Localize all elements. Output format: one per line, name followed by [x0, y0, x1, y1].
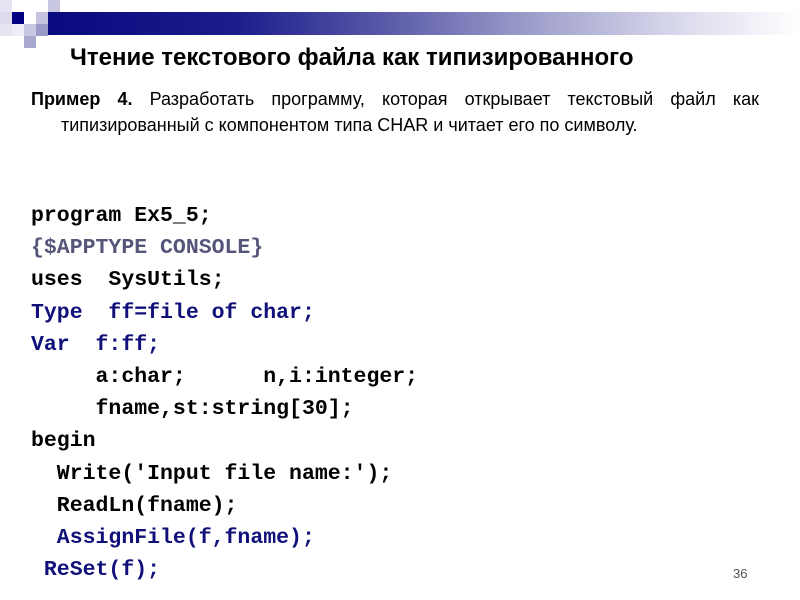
code-listing: program Ex5_5; {$APPTYPE CONSOLE} uses S…: [31, 200, 418, 586]
code-line: ReSet(f);: [31, 558, 161, 583]
code-line: ReadLn(fname);: [31, 493, 238, 518]
code-line: Type ff=file of char;: [31, 300, 315, 325]
task-paragraph: Пример 4. Разработать программу, которая…: [31, 86, 759, 138]
logo-square: [12, 24, 24, 36]
logo-square: [24, 36, 36, 48]
logo-square: [0, 24, 12, 36]
code-line: fname,st:string[30];: [31, 397, 354, 422]
code-line: AssignFile(f,fname);: [31, 525, 315, 550]
task-text: Разработать программу, которая открывает…: [61, 89, 759, 135]
code-line: Write('Input file name:');: [31, 461, 393, 486]
code-line: begin: [31, 429, 96, 454]
logo-square: [0, 12, 12, 24]
logo-square: [48, 0, 60, 12]
code-line: {$APPTYPE CONSOLE}: [31, 236, 264, 261]
logo-square: [36, 12, 48, 24]
logo-square: [12, 12, 24, 24]
task-label: Пример 4.: [31, 89, 133, 109]
page-number: 36: [733, 566, 748, 581]
slide-title: Чтение текстового файла как типизированн…: [70, 44, 634, 71]
task-description: Пример 4. Разработать программу, которая…: [31, 86, 759, 138]
code-line: uses SysUtils;: [31, 268, 225, 293]
title-banner-bar: [48, 12, 800, 35]
logo-square: [24, 24, 36, 36]
code-line: Var f:ff;: [31, 332, 161, 357]
code-line: program Ex5_5;: [31, 204, 212, 228]
logo-square: [36, 24, 48, 36]
logo-square: [0, 0, 12, 12]
code-line: a:char; n,i:integer;: [31, 364, 419, 389]
